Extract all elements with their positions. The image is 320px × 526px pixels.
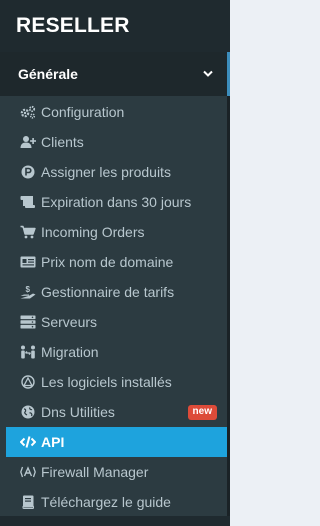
chevron-down-icon[interactable] xyxy=(203,69,213,79)
menu-item-gestionnaire-tarifs[interactable]: $ Gestionnaire de tarifs xyxy=(0,277,227,307)
firewall-icon xyxy=(20,464,36,480)
menu-item-incoming-orders[interactable]: Incoming Orders xyxy=(0,217,227,247)
menu-item-expiration[interactable]: Expiration dans 30 jours xyxy=(0,187,227,217)
menu-item-label: Dns Utilities xyxy=(41,404,115,420)
brand-title: RESELLER xyxy=(0,0,230,52)
menu-item-migration[interactable]: Migration xyxy=(0,337,227,367)
menu-item-label: API xyxy=(41,434,65,450)
svg-text:$: $ xyxy=(26,285,31,294)
user-plus-icon xyxy=(20,134,36,150)
menu-item-label: Serveurs xyxy=(41,314,98,330)
id-card-icon xyxy=(20,254,36,270)
menu-item-serveurs[interactable]: Serveurs xyxy=(0,307,227,337)
globe-icon xyxy=(20,404,36,420)
product-p-icon xyxy=(20,164,36,180)
menu-item-dns-utilities[interactable]: Dns Utilities new xyxy=(0,397,227,427)
book-icon xyxy=(20,494,36,510)
people-arrows-icon xyxy=(20,344,36,360)
menu-item-label: Migration xyxy=(41,344,99,360)
menu-item-label: Assigner les produits xyxy=(41,164,171,180)
menu-item-assigner-produits[interactable]: Assigner les produits xyxy=(0,157,227,187)
menu-item-label: Firewall Manager xyxy=(41,464,149,480)
menu-item-configuration[interactable]: Configuration xyxy=(0,97,227,127)
cart-icon xyxy=(20,224,36,240)
menu-item-logiciels-installes[interactable]: Les logiciels installés xyxy=(0,367,227,397)
menu-item-label: Gestionnaire de tarifs xyxy=(41,284,175,300)
section-title: Générale xyxy=(18,66,78,82)
software-icon xyxy=(20,374,36,390)
sidebar: RESELLER Générale Configuration Clients … xyxy=(0,0,230,526)
menu-item-label: Clients xyxy=(41,134,84,150)
menu-item-api[interactable]: API xyxy=(6,427,227,457)
scroll-icon xyxy=(20,194,36,210)
sidebar-footer xyxy=(0,516,230,526)
new-badge: new xyxy=(187,405,217,420)
menu-item-label: Téléchargez le guide xyxy=(41,494,171,510)
hand-dollar-icon: $ xyxy=(20,284,36,300)
menu-item-label: Incoming Orders xyxy=(41,224,145,240)
menu-item-label: Configuration xyxy=(41,104,125,120)
menu-item-clients[interactable]: Clients xyxy=(0,127,227,157)
menu-item-label: Expiration dans 30 jours xyxy=(41,194,192,210)
cogs-icon xyxy=(20,104,36,120)
server-icon xyxy=(20,314,36,330)
menu-item-firewall-manager[interactable]: Firewall Manager xyxy=(0,457,227,487)
menu-item-telecharger-guide[interactable]: Téléchargez le guide xyxy=(0,487,227,517)
submenu: Configuration Clients Assigner les produ… xyxy=(0,96,230,517)
menu-item-label: Les logiciels installés xyxy=(41,374,172,390)
code-icon xyxy=(20,434,36,450)
menu-item-prix-domaine[interactable]: Prix nom de domaine xyxy=(0,247,227,277)
section-header-generale[interactable]: Générale xyxy=(0,52,230,96)
menu-item-label: Prix nom de domaine xyxy=(41,254,174,270)
